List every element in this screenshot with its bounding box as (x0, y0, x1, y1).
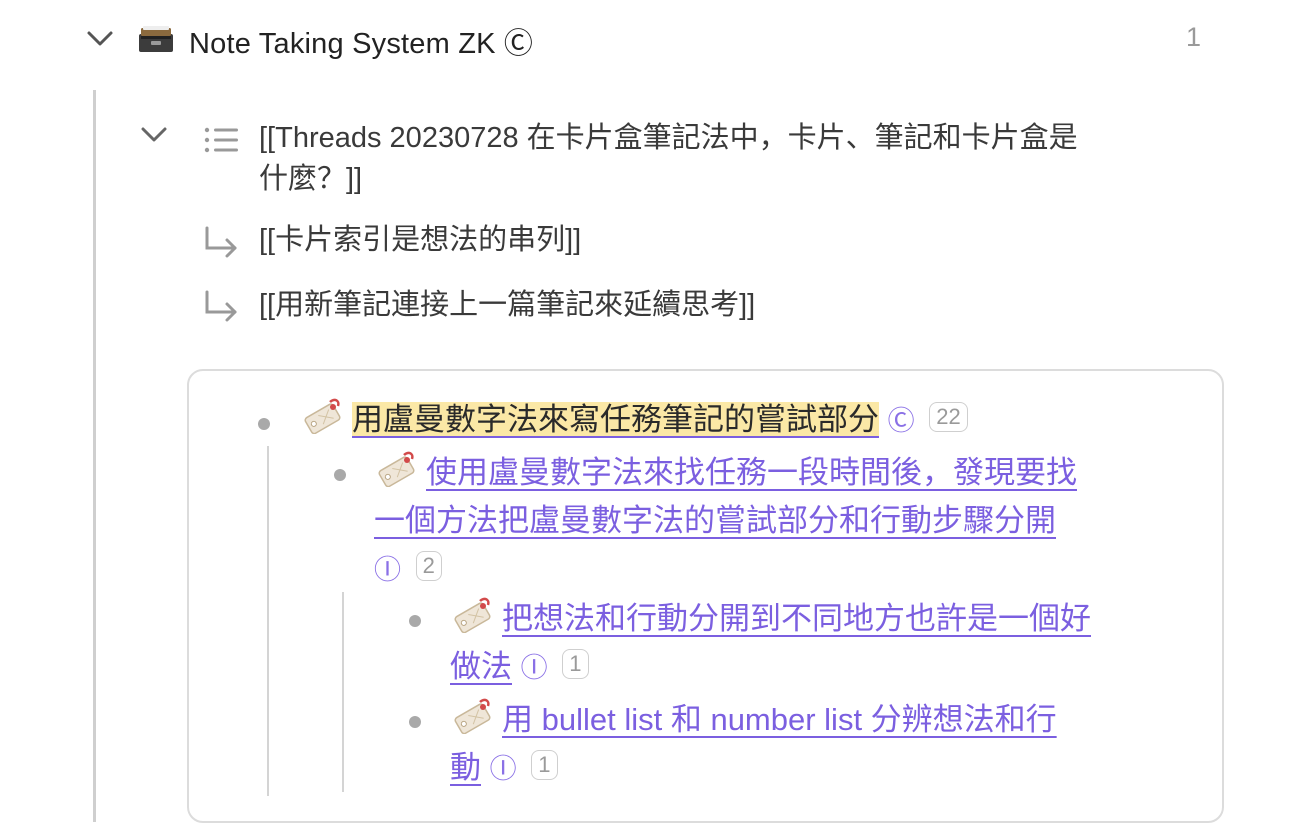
block-grandchild-link[interactable]: 用 bullet list 和 number list 分辨想法和行 (450, 698, 1057, 737)
bullet-dot[interactable] (334, 469, 346, 481)
block-grandchild-title-line: 用 bullet list 和 number list 分辨想法和行 (502, 702, 1057, 737)
reference-count-badge[interactable]: 22 (929, 402, 968, 432)
page-title[interactable]: Note Taking System ZK Ⓒ (189, 20, 533, 62)
child-guide-line (267, 446, 269, 796)
linked-reference-line: 什麼？]] (259, 163, 363, 195)
block-child-title-line: 使用盧曼數字法來找任務一段時間後，發現要找 (426, 455, 1077, 490)
block-grandchild-title-line[interactable]: 動 (450, 750, 481, 785)
status-tag: Ⓘ (374, 555, 401, 585)
child-reference-link[interactable]: [[用新筆記連接上一篇筆記來延續思考]] (259, 285, 755, 326)
label-tag-icon (450, 698, 494, 735)
block-root-title: 用盧曼數字法來寫任務筆記的嘗試部分 (352, 402, 879, 437)
bullet-dot[interactable] (409, 716, 421, 728)
grandchild-guide-line (342, 592, 344, 792)
block-grandchild-link[interactable]: 把想法和行動分開到不同地方也許是一個好 (450, 597, 1091, 636)
status-tag: Ⓒ (887, 406, 915, 436)
block-child[interactable]: 使用盧曼數字法來找任務一段時間後，發現要找 一個方法把盧曼數字法的嘗試部分和行動… (374, 449, 1174, 594)
block-root-link[interactable]: 用盧曼數字法來寫任務筆記的嘗試部分 (300, 398, 879, 437)
file-cabinet-icon (137, 24, 175, 54)
block-grandchild[interactable]: 把想法和行動分開到不同地方也許是一個好 做法 Ⓘ 1 (450, 595, 1210, 692)
label-tag-icon (374, 451, 418, 488)
return-arrow-icon (203, 226, 239, 260)
outline-guide-line (93, 90, 96, 822)
collapse-chevron-icon[interactable] (86, 30, 113, 46)
label-tag-icon (300, 398, 344, 435)
block-grandchild-title-line: 把想法和行動分開到不同地方也許是一個好 (502, 601, 1091, 636)
collapse-chevron-icon[interactable] (140, 126, 167, 142)
bullet-dot[interactable] (409, 615, 421, 627)
block-child-title-line[interactable]: 一個方法把盧曼數字法的嘗試部分和行動步驟分開 (374, 503, 1056, 538)
reference-count-badge[interactable]: 1 (531, 750, 558, 780)
child-reference-link[interactable]: [[卡片索引是想法的串列]] (259, 220, 581, 261)
block-root[interactable]: 用盧曼數字法來寫任務筆記的嘗試部分 Ⓒ 22 (300, 396, 968, 445)
status-tag: Ⓘ (489, 754, 517, 784)
linked-reference-line: [[Threads 20230728 在卡片盒筆記法中，卡片、筆記和卡片盒是 (259, 122, 1078, 154)
return-arrow-icon (203, 290, 239, 324)
label-tag-icon (450, 597, 494, 634)
reference-count-badge[interactable]: 2 (415, 551, 442, 581)
block-grandchild-title-line[interactable]: 做法 (450, 649, 512, 684)
list-icon (203, 126, 241, 156)
status-tag: Ⓘ (520, 653, 548, 683)
block-child-link[interactable]: 使用盧曼數字法來找任務一段時間後，發現要找 (374, 451, 1077, 490)
reference-count-badge[interactable]: 1 (562, 649, 589, 679)
linked-reference-title[interactable]: [[Threads 20230728 在卡片盒筆記法中，卡片、筆記和卡片盒是 什… (259, 118, 1199, 200)
block-grandchild[interactable]: 用 bullet list 和 number list 分辨想法和行 動 Ⓘ 1 (450, 696, 1210, 793)
bullet-dot[interactable] (258, 418, 270, 430)
reference-count[interactable]: 1 (1186, 22, 1201, 53)
